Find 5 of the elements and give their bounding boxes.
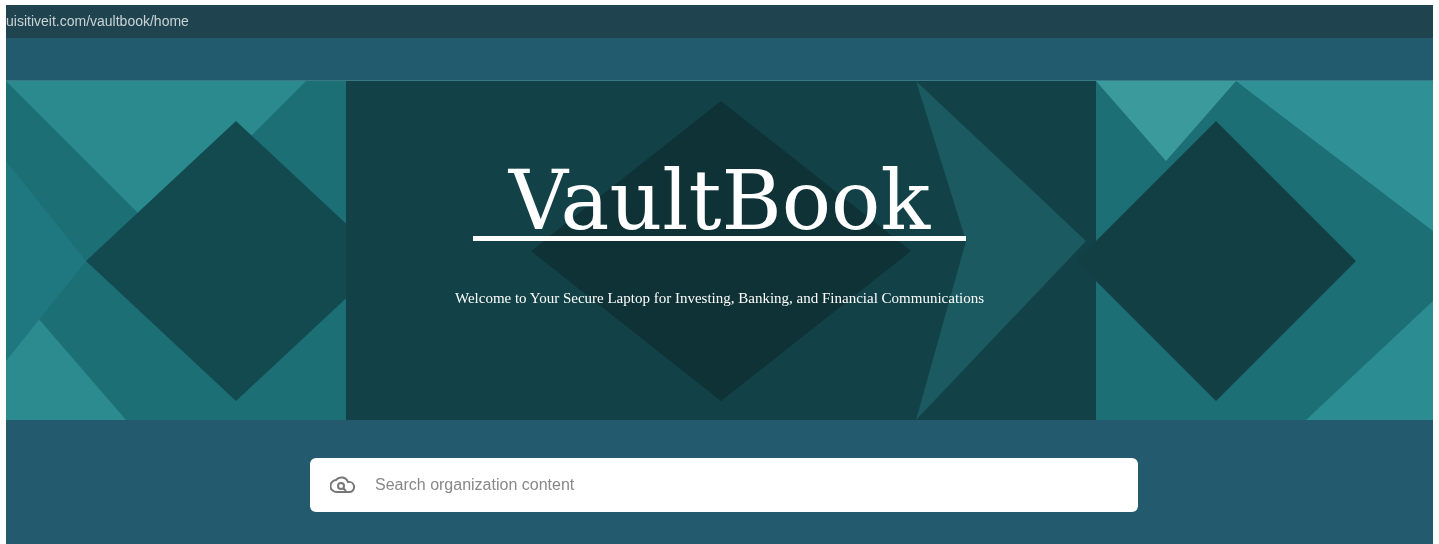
url-text[interactable]: uisitiveit.com/vaultbook/home [6, 11, 189, 32]
banner-title: VaultBook [472, 163, 967, 241]
banner-subtitle: Welcome to Your Secure Laptop for Investing, Banking, and Financial Communications [454, 289, 985, 308]
search-field[interactable]: Search organization content [310, 458, 1138, 512]
search-icon [330, 476, 356, 494]
